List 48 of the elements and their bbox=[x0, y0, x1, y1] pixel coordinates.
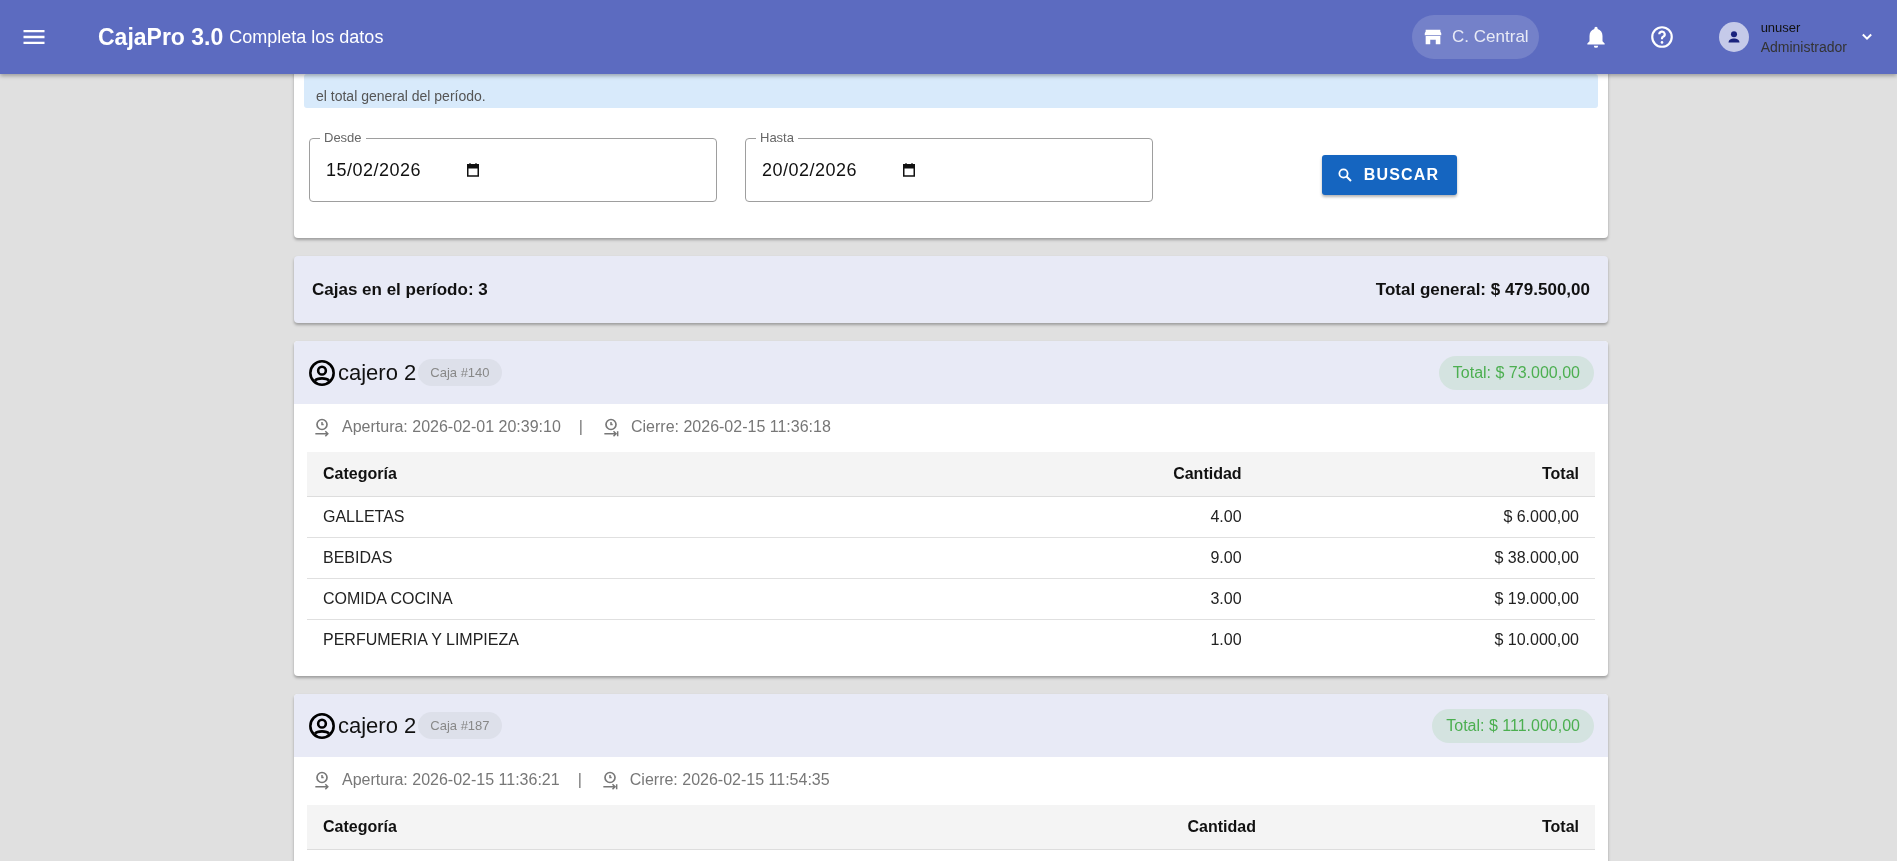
user-role: Administrador bbox=[1760, 38, 1847, 55]
cashier-name: cajero 2 bbox=[338, 359, 417, 386]
grand-total: Total general: $ 479.500,00 bbox=[1375, 279, 1590, 300]
search-icon bbox=[1335, 166, 1354, 184]
column-header: Cantidad bbox=[966, 452, 1258, 497]
column-header: Cantidad bbox=[802, 805, 1272, 850]
column-header: Categoría bbox=[307, 452, 967, 497]
table-cell: 3.00 bbox=[966, 578, 1258, 620]
table-cell: $ 19.000,00 bbox=[1257, 578, 1595, 620]
separator: | bbox=[578, 418, 583, 436]
clock-arrow-icon bbox=[601, 417, 621, 437]
search-button[interactable]: BUSCAR bbox=[1321, 155, 1458, 195]
closing-time: Cierre: 2026-02-15 11:54:35 bbox=[629, 771, 830, 789]
separator: | bbox=[577, 771, 582, 789]
user-circle-icon bbox=[308, 711, 336, 740]
closing-time: Cierre: 2026-02-15 11:36:18 bbox=[631, 418, 831, 436]
column-header: Total bbox=[1272, 805, 1595, 850]
avatar-icon[interactable] bbox=[1718, 22, 1749, 52]
user-name: unuser bbox=[1760, 19, 1802, 35]
table-cell: GALLETAS bbox=[307, 496, 967, 538]
column-header: Total bbox=[1257, 452, 1595, 497]
clock-arrow-icon bbox=[312, 770, 332, 790]
cashier-name: cajero 2 bbox=[338, 712, 417, 739]
column-header: Categoría bbox=[307, 805, 802, 850]
table-cell: PERFUMERIA Y LIMPIEZA bbox=[307, 619, 967, 660]
table-cell: $ 10.000,00 bbox=[1257, 619, 1595, 660]
opening-time: Apertura: 2026-02-01 20:39:10 bbox=[342, 418, 561, 436]
help-icon[interactable] bbox=[1648, 24, 1675, 50]
box-count: Cajas en el período: 3 bbox=[312, 279, 488, 300]
total-chip: Total: $ 111.000,00 bbox=[1432, 708, 1594, 743]
table-cell: $ 6.000,00 bbox=[1257, 496, 1595, 538]
app-title: CajaPro 3.0 bbox=[98, 23, 224, 51]
table-cell: 9.00 bbox=[966, 537, 1258, 579]
total-chip: Total: $ 73.000,00 bbox=[1438, 355, 1594, 390]
table-cell: BEBIDAS bbox=[307, 537, 967, 579]
box-number-chip: Caja #140 bbox=[418, 359, 502, 386]
app-subtitle: Completa los datos bbox=[229, 26, 384, 48]
table-cell: 4.00 bbox=[966, 496, 1258, 538]
info-text: el total general del período. bbox=[316, 88, 486, 104]
clock-arrow-icon bbox=[312, 417, 332, 437]
opening-time: Apertura: 2026-02-15 11:36:21 bbox=[342, 771, 560, 789]
calendar-icon[interactable] bbox=[900, 161, 918, 179]
calendar-icon[interactable] bbox=[464, 161, 482, 179]
user-circle-icon bbox=[308, 358, 336, 387]
table-cell: 1.00 bbox=[966, 619, 1258, 660]
table-cell: $ 38.000,00 bbox=[1257, 537, 1595, 579]
box-number-chip: Caja #187 bbox=[418, 712, 502, 739]
table-cell: COMIDA COCINA bbox=[307, 578, 967, 620]
